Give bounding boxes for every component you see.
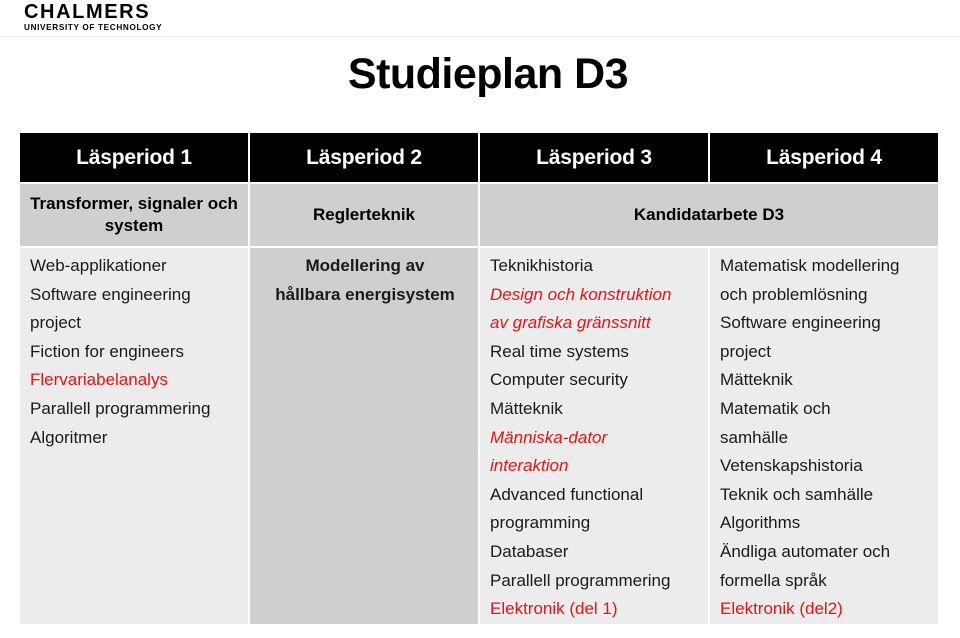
period-header-2[interactable]: Läsperiod 2 (250, 133, 478, 182)
course-item: Ändliga automater och formella språk (720, 541, 891, 590)
course-item: Software engineering project (30, 284, 191, 333)
course-list-4: Matematisk modellering och problemlösnin… (720, 252, 930, 624)
course-item: Web-applikationer (30, 256, 167, 275)
course-item: Databaser (490, 541, 569, 561)
chalmers-logo: CHALMERS UNIVERSITY OF TECHNOLOGY (24, 2, 224, 33)
brand-header: CHALMERS UNIVERSITY OF TECHNOLOGY (0, 0, 960, 37)
study-plan-table: Läsperiod 1 Läsperiod 2 Läsperiod 3 Läsp… (18, 131, 940, 626)
course-item: Algoritmer (30, 427, 108, 447)
course-item: Matematik och samhälle (720, 398, 831, 447)
course-list-period-2: Modellering av hållbara energisystem (250, 248, 478, 624)
course-item: Elektronik (del 1) (490, 599, 618, 619)
group-cell-transformer: Transformer, signaler och system (20, 184, 248, 246)
period-header-1[interactable]: Läsperiod 1 (20, 133, 248, 182)
course-item: Design och konstruktion av grafiska grän… (490, 284, 672, 333)
course-list-1: Web-applikationer Software engineering pr… (30, 252, 240, 452)
course-item: Parallell programmering (30, 398, 211, 418)
course-item: Flervariabelanalys (30, 370, 168, 390)
course-item: Parallell programmering (490, 570, 671, 590)
course-item: Modellering av hållbara energisystem (275, 256, 455, 304)
course-item: Människa-dator interaktion (490, 427, 608, 476)
course-item: Mätteknik (490, 398, 563, 418)
course-item: Computer security (490, 370, 628, 390)
course-list-period-1: Web-applikationer Software engineering pr… (20, 248, 248, 624)
course-list-row: Web-applikationer Software engineering pr… (20, 248, 938, 624)
course-item: Vetenskapshistoria (720, 456, 863, 476)
course-list-period-4: Matematisk modellering och problemlösnin… (710, 248, 938, 624)
course-item: Elektronik (del2) (720, 599, 843, 619)
course-list-2: Modellering av hållbara energisystem (260, 252, 470, 309)
period-header-3[interactable]: Läsperiod 3 (480, 133, 708, 182)
course-group-row: Transformer, signaler och system Reglert… (20, 184, 938, 246)
group-cell-kandidatarbete: Kandidatarbete D3 (480, 184, 938, 246)
period-header-row: Läsperiod 1 Läsperiod 2 Läsperiod 3 Läsp… (20, 133, 938, 182)
course-item: Software engineering project (720, 313, 881, 361)
course-item: Mätteknik (720, 370, 793, 390)
course-item: Matematisk modellering och problemlösnin… (720, 256, 900, 304)
page-title: Studieplan D3 (347, 50, 629, 98)
course-item: Algorithms (720, 513, 801, 533)
period-header-4[interactable]: Läsperiod 4 (710, 133, 938, 182)
course-list-period-3: Teknikhistoria Design och konstruktion av… (480, 248, 708, 624)
course-item: Advanced functional programming (490, 484, 644, 533)
brand-wordmark: CHALMERS (24, 1, 151, 23)
course-item: Teknikhistoria (490, 256, 593, 275)
course-list-3: Teknikhistoria Design och konstruktion av… (490, 252, 700, 624)
group-cell-reglerteknik: Reglerteknik (250, 184, 478, 246)
course-item: Fiction for engineers (30, 341, 185, 361)
course-item: Real time systems (490, 341, 629, 361)
brand-subtitle: UNIVERSITY OF TECHNOLOGY (24, 23, 163, 32)
course-item: Teknik och samhälle (720, 484, 874, 504)
